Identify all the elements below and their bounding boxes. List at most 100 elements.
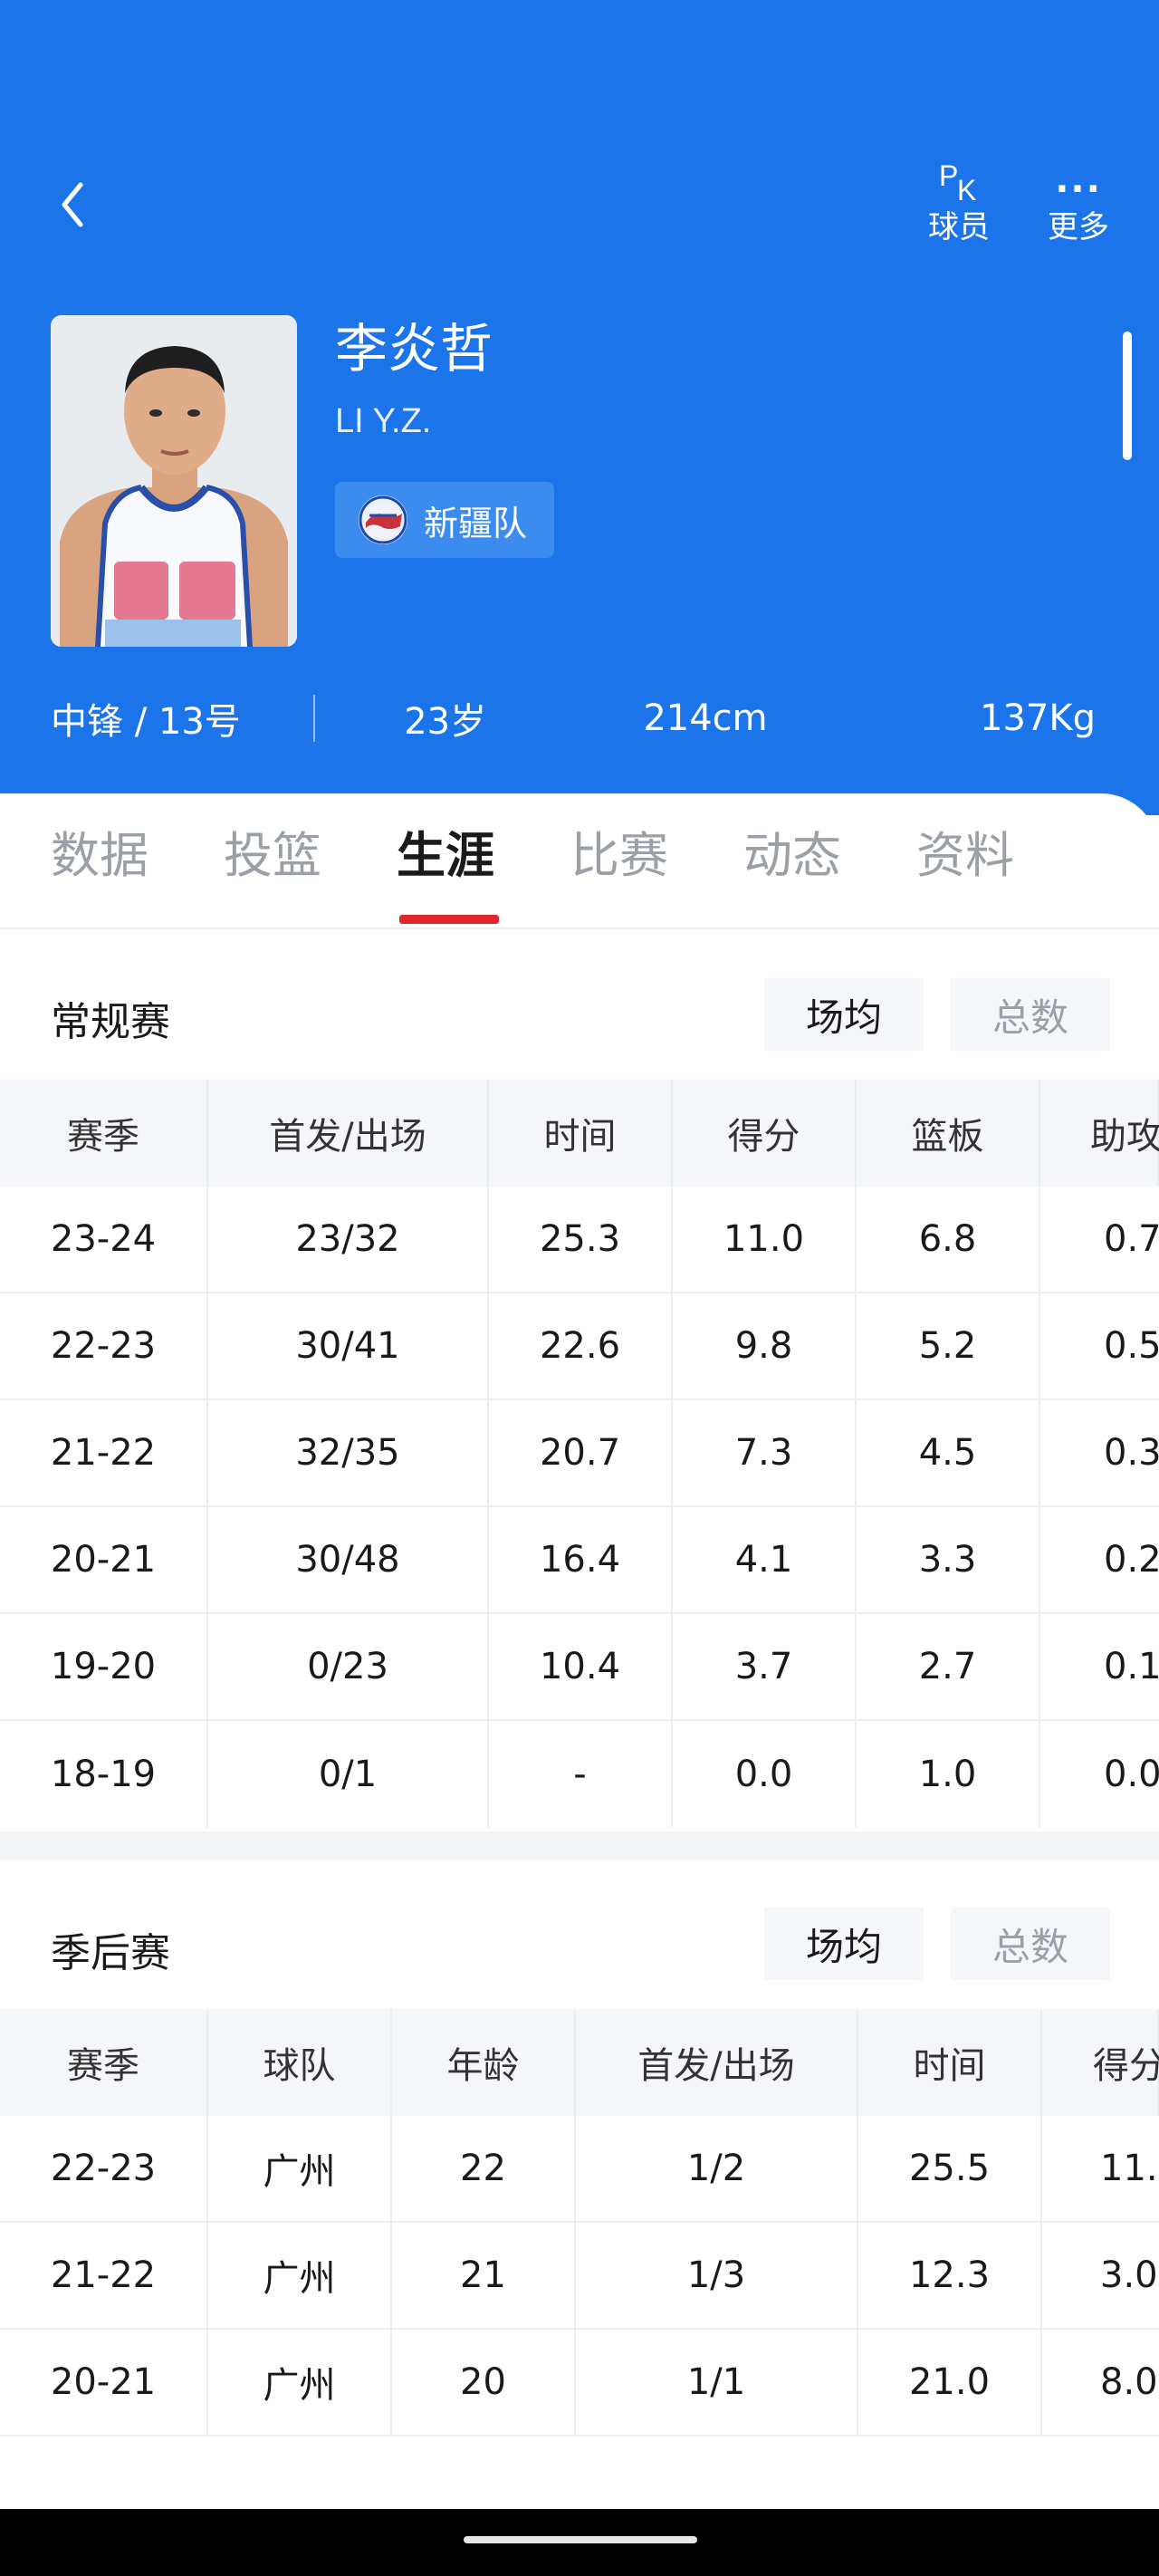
team-name: 新疆队 <box>424 503 528 543</box>
pk-player-label: 球员 <box>928 209 990 245</box>
tab-games[interactable]: 比赛 <box>570 824 668 888</box>
cell-starts-games: 30/48 <box>208 1507 489 1612</box>
table-row[interactable]: 22-23 广州 22 1/2 25.5 11.5 <box>0 2116 1159 2223</box>
cell-starts-games: 30/41 <box>208 1293 489 1399</box>
cell-minutes: 20.7 <box>489 1400 673 1505</box>
cell-minutes: 10.4 <box>489 1614 673 1719</box>
player-weight: 137Kg <box>980 697 1096 739</box>
player-name-en: LI Y.Z. <box>335 402 432 440</box>
player-position: 中锋 / 13号 <box>51 701 241 743</box>
cell-season: 23-24 <box>0 1187 208 1292</box>
cell-minutes: 22.6 <box>489 1293 673 1399</box>
cell-rebounds: 3.3 <box>857 1507 1040 1612</box>
cell-team: 广州 <box>208 2223 392 2328</box>
cell-assists: 0.7 <box>1104 1218 1159 1260</box>
player-height: 214cm <box>643 697 768 739</box>
col-starts-games: 首发/出场 <box>576 2009 858 2116</box>
cell-age: 22 <box>392 2116 576 2221</box>
player-bio-line: 中锋 / 13号 23岁 214cm 137Kg <box>51 688 1096 748</box>
cell-points: 3.7 <box>673 1614 857 1719</box>
tab-data[interactable]: 数据 <box>51 824 148 888</box>
cell-minutes: - <box>489 1721 673 1828</box>
playoffs-total-toggle[interactable]: 总数 <box>951 1908 1110 1980</box>
playoffs-table: 赛季 球队 年龄 首发/出场 时间 得分 22-23 广州 22 1/2 25.… <box>0 2009 1159 2437</box>
player-photo <box>51 315 297 647</box>
table-row[interactable]: 23-24 23/32 25.3 11.0 6.8 0.7 <box>0 1187 1159 1293</box>
col-season: 赛季 <box>0 1080 208 1187</box>
table-row[interactable]: 22-23 30/41 22.6 9.8 5.2 0.5 <box>0 1293 1159 1400</box>
table-row[interactable]: 18-19 0/1 - 0.0 1.0 0.0 <box>0 1721 1159 1828</box>
tab-news[interactable]: 动态 <box>743 824 841 888</box>
cell-age: 20 <box>392 2330 576 2435</box>
col-starts-games: 首发/出场 <box>208 1080 489 1187</box>
cell-points: 9.8 <box>673 1293 857 1399</box>
col-minutes: 时间 <box>489 1080 673 1187</box>
cell-points: 7.3 <box>673 1400 857 1505</box>
table-row[interactable]: 21-22 广州 21 1/3 12.3 3.0 <box>0 2223 1159 2330</box>
cell-points: 4.1 <box>673 1507 857 1612</box>
cell-starts-games: 0/23 <box>208 1614 489 1719</box>
more-button[interactable]: ··· 更多 <box>1029 154 1128 248</box>
cell-rebounds: 2.7 <box>857 1614 1040 1719</box>
col-rebounds: 篮板 <box>857 1080 1040 1187</box>
home-indicator[interactable] <box>464 2536 697 2543</box>
cell-age: 21 <box>392 2223 576 2328</box>
cell-season: 21-22 <box>0 1400 208 1505</box>
player-avatar <box>51 315 297 647</box>
cell-season: 22-23 <box>0 2116 208 2221</box>
cell-team: 广州 <box>208 2330 392 2435</box>
regular-season-title: 常规赛 <box>51 999 170 1045</box>
playoffs-per-game-toggle[interactable]: 场均 <box>764 1908 924 1980</box>
table-row[interactable]: 20-21 广州 20 1/1 21.0 8.0 <box>0 2330 1159 2437</box>
team-logo-icon <box>359 495 407 544</box>
player-header: P K 球员 ··· 更多 李炎哲 LI Y.Z. 新疆队 中锋 / 13号 2… <box>0 0 1159 815</box>
cell-season: 21-22 <box>0 2223 208 2328</box>
cell-season: 20-21 <box>0 2330 208 2435</box>
cell-team: 广州 <box>208 2116 392 2221</box>
cell-points: 11.0 <box>673 1187 857 1292</box>
cell-points: 11.5 <box>1100 2148 1159 2189</box>
regular-total-toggle[interactable]: 总数 <box>951 978 1110 1051</box>
pk-player-button[interactable]: P K 球员 <box>909 154 1009 248</box>
team-chip[interactable]: 新疆队 <box>335 482 555 558</box>
table-header-row: 赛季 首发/出场 时间 得分 篮板 助攻 <box>0 1080 1159 1187</box>
regular-season-table: 赛季 首发/出场 时间 得分 篮板 助攻 23-24 23/32 25.3 11… <box>0 1080 1159 1828</box>
cell-points: 3.0 <box>1100 2254 1158 2296</box>
cell-season: 20-21 <box>0 1507 208 1612</box>
player-name: 李炎哲 <box>335 318 493 380</box>
table-row[interactable]: 21-22 32/35 20.7 7.3 4.5 0.3 <box>0 1400 1159 1507</box>
regular-per-game-toggle[interactable]: 场均 <box>764 978 924 1051</box>
chevron-left-icon <box>62 182 83 227</box>
cell-starts-games: 1/2 <box>576 2116 858 2221</box>
more-label: 更多 <box>1048 209 1109 245</box>
cell-rebounds: 5.2 <box>857 1293 1040 1399</box>
section-divider <box>0 1831 1159 1860</box>
table-row[interactable]: 20-21 30/48 16.4 4.1 3.3 0.2 <box>0 1507 1159 1614</box>
player-age: 23岁 <box>404 701 487 743</box>
cell-minutes: 12.3 <box>858 2223 1042 2328</box>
tab-profile[interactable]: 资料 <box>916 824 1014 888</box>
cell-season: 19-20 <box>0 1614 208 1719</box>
cell-minutes: 21.0 <box>858 2330 1042 2435</box>
cell-starts-games: 23/32 <box>208 1187 489 1292</box>
col-minutes: 时间 <box>858 2009 1042 2116</box>
cell-assists: 0.1 <box>1104 1646 1159 1687</box>
active-tab-indicator <box>399 915 499 924</box>
cell-points: 8.0 <box>1100 2361 1158 2403</box>
cell-starts-games: 32/35 <box>208 1400 489 1505</box>
cell-assists: 0.3 <box>1104 1432 1159 1474</box>
back-button[interactable] <box>51 178 94 232</box>
col-points: 得分 <box>673 1080 857 1187</box>
col-age: 年龄 <box>392 2009 576 2116</box>
table-row[interactable]: 19-20 0/23 10.4 3.7 2.7 0.1 <box>0 1614 1159 1721</box>
cell-rebounds: 4.5 <box>857 1400 1040 1505</box>
cell-starts-games: 1/3 <box>576 2223 858 2328</box>
cell-minutes: 25.5 <box>858 2116 1042 2221</box>
col-season: 赛季 <box>0 2009 208 2116</box>
cell-starts-games: 0/1 <box>208 1721 489 1828</box>
cell-starts-games: 1/1 <box>576 2330 858 2435</box>
tab-career[interactable]: 生涯 <box>397 824 494 888</box>
col-assists: 助攻 <box>1040 1080 1159 1187</box>
tab-shooting[interactable]: 投篮 <box>224 824 321 888</box>
scroll-indicator <box>1123 332 1132 460</box>
